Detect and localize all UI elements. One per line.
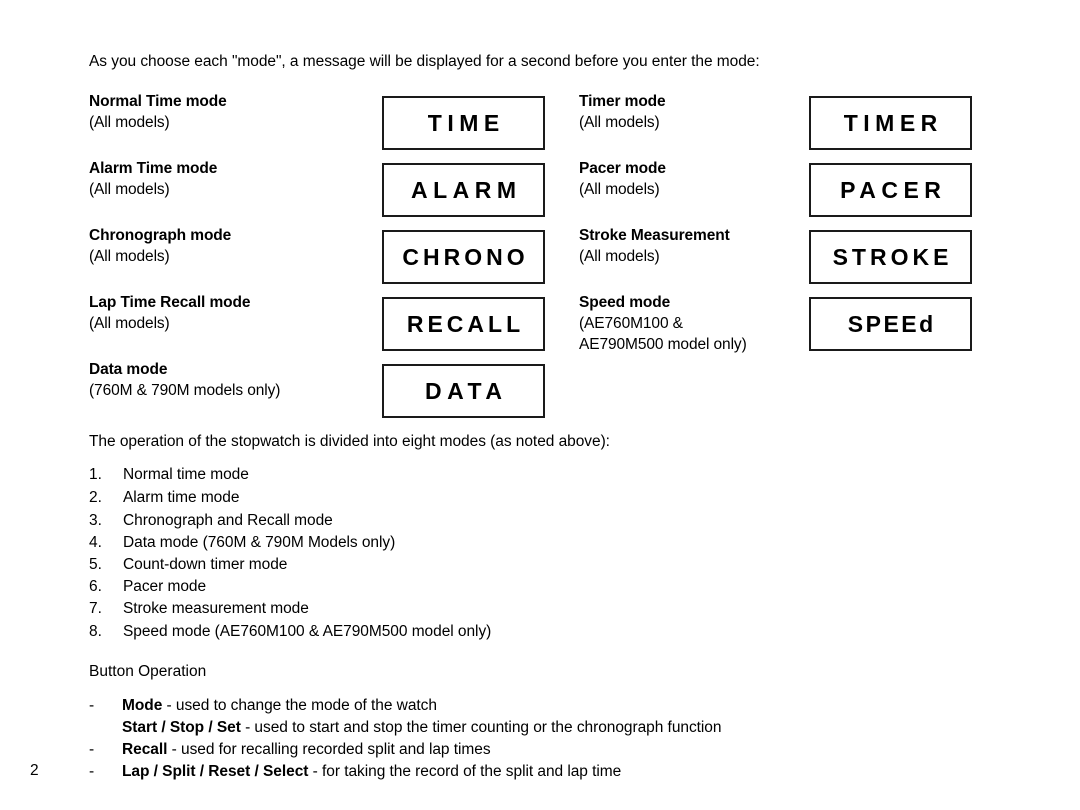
mode-row-speed: Speed mode (AE760M100 & AE790M500 model … xyxy=(579,294,979,353)
lcd-text: TIMER xyxy=(843,109,943,136)
list-number: 5. xyxy=(89,556,102,573)
lcd-display-chrono: CHRONO xyxy=(382,230,545,284)
list-number: 6. xyxy=(89,578,102,595)
list-text: Data mode (760M & 790M Models only) xyxy=(123,534,396,551)
mode-label-chronograph: Chronograph mode (All models) xyxy=(89,225,379,267)
button-key-label: Mode xyxy=(122,697,163,714)
page-number: 2 xyxy=(30,762,39,779)
mode-label-lap-time-recall: Lap Time Recall mode (All models) xyxy=(89,292,379,334)
intro-paragraph: As you choose each "mode", a message wil… xyxy=(89,53,760,70)
mode-row-normal-time: Normal Time mode (All models) TIME xyxy=(89,93,549,150)
lcd-display-alarm: ALARM xyxy=(382,163,545,217)
mode-row-data: Data mode (760M & 790M models only) DATA xyxy=(89,361,549,418)
list-text: Chronograph and Recall mode xyxy=(123,512,333,529)
list-item: 2. Alarm time mode xyxy=(89,486,239,509)
list-number: 4. xyxy=(89,534,102,551)
list-number: 1. xyxy=(89,466,102,483)
lcd-display-timer: TIMER xyxy=(809,96,972,150)
list-text: Count-down timer mode xyxy=(123,556,288,573)
button-item-lap-split-reset-select: - Lap / Split / Reset / Select - for taki… xyxy=(89,761,621,783)
lcd-text: STROKE xyxy=(832,243,953,270)
list-item: 1. Normal time mode xyxy=(89,463,249,486)
mode-row-lap-time-recall: Lap Time Recall mode (All models) RECALL xyxy=(89,294,549,351)
list-item: 4. Data mode (760M & 790M Models only) xyxy=(89,531,395,554)
mode-label-alarm-time: Alarm Time mode (All models) xyxy=(89,158,379,200)
bullet-dash: - xyxy=(89,741,95,758)
list-item: 6. Pacer mode xyxy=(89,575,206,598)
button-description: - for taking the record of the split and… xyxy=(308,763,622,780)
bullet-dash: - xyxy=(89,763,95,780)
lcd-display-recall: RECALL xyxy=(382,297,545,351)
list-text: Pacer mode xyxy=(123,578,207,595)
button-description: - used for recalling recorded split and … xyxy=(167,741,491,758)
button-description: - used to start and stop the timer count… xyxy=(240,719,722,736)
mode-name: Chronograph mode xyxy=(89,227,232,244)
button-item-mode: - Mode - used to change the mode of the w… xyxy=(89,695,437,717)
list-item: 5. Count-down timer mode xyxy=(89,553,287,576)
mode-label-data: Data mode (760M & 790M models only) xyxy=(89,359,379,401)
lcd-text: TIME xyxy=(427,109,505,136)
button-item-recall: - Recall - used for recalling recorded sp… xyxy=(89,739,491,761)
mode-models: (All models) xyxy=(89,315,170,332)
button-key-label: Lap / Split / Reset / Select xyxy=(122,763,309,780)
lcd-display-speed: SPEEd xyxy=(809,297,972,351)
mode-name: Lap Time Recall mode xyxy=(89,294,251,311)
list-number: 3. xyxy=(89,512,102,529)
list-number: 7. xyxy=(89,600,102,617)
list-text: Stroke measurement mode xyxy=(123,600,309,617)
mode-models: (760M & 790M models only) xyxy=(89,382,281,399)
list-number: 8. xyxy=(89,623,102,640)
lcd-display-time: TIME xyxy=(382,96,545,150)
mode-models: (All models) xyxy=(89,181,170,198)
lcd-display-stroke: STROKE xyxy=(809,230,972,284)
operation-intro-paragraph: The operation of the stopwatch is divide… xyxy=(89,433,610,450)
manual-page: As you choose each "mode", a message wil… xyxy=(0,0,1080,810)
lcd-text: DATA xyxy=(425,377,508,404)
lcd-text: CHRONO xyxy=(402,243,529,270)
button-item-start-stop-set: -Start / Stop / Set - used to start and … xyxy=(89,717,722,739)
mode-row-pacer: Pacer mode (All models) PACER xyxy=(579,160,979,217)
button-operation-heading: Button Operation xyxy=(89,663,207,680)
lcd-text: PACER xyxy=(840,176,947,203)
list-item: 8. Speed mode (AE760M100 & AE790M500 mode… xyxy=(89,620,491,643)
list-text: Normal time mode xyxy=(123,466,249,483)
button-description: - used to change the mode of the watch xyxy=(162,697,437,714)
mode-models: (All models) xyxy=(89,114,170,131)
lcd-text: RECALL xyxy=(406,310,525,337)
list-text: Alarm time mode xyxy=(123,489,240,506)
list-number: 2. xyxy=(89,489,102,506)
bullet-dash: - xyxy=(89,697,95,714)
lcd-text: SPEEd xyxy=(847,310,936,337)
mode-row-stroke-measurement: Stroke Measurement (All models) STROKE xyxy=(579,227,979,284)
lcd-display-data: DATA xyxy=(382,364,545,418)
list-text: Speed mode (AE760M100 & AE790M500 model … xyxy=(123,623,492,640)
mode-row-timer: Timer mode (All models) TIMER xyxy=(579,93,979,150)
list-item: 3. Chronograph and Recall mode xyxy=(89,509,333,532)
mode-models: (All models) xyxy=(89,248,170,265)
mode-row-alarm-time: Alarm Time mode (All models) ALARM xyxy=(89,160,549,217)
button-key-label: Start / Stop / Set xyxy=(122,719,241,736)
mode-row-chronograph: Chronograph mode (All models) CHRONO xyxy=(89,227,549,284)
mode-name: Data mode xyxy=(89,361,168,378)
mode-name: Alarm Time mode xyxy=(89,160,218,177)
button-key-label: Recall xyxy=(122,741,168,758)
lcd-display-pacer: PACER xyxy=(809,163,972,217)
list-item: 7. Stroke measurement mode xyxy=(89,597,309,620)
mode-name: Normal Time mode xyxy=(89,93,227,110)
lcd-text: ALARM xyxy=(410,176,522,203)
mode-label-normal-time: Normal Time mode (All models) xyxy=(89,91,379,133)
